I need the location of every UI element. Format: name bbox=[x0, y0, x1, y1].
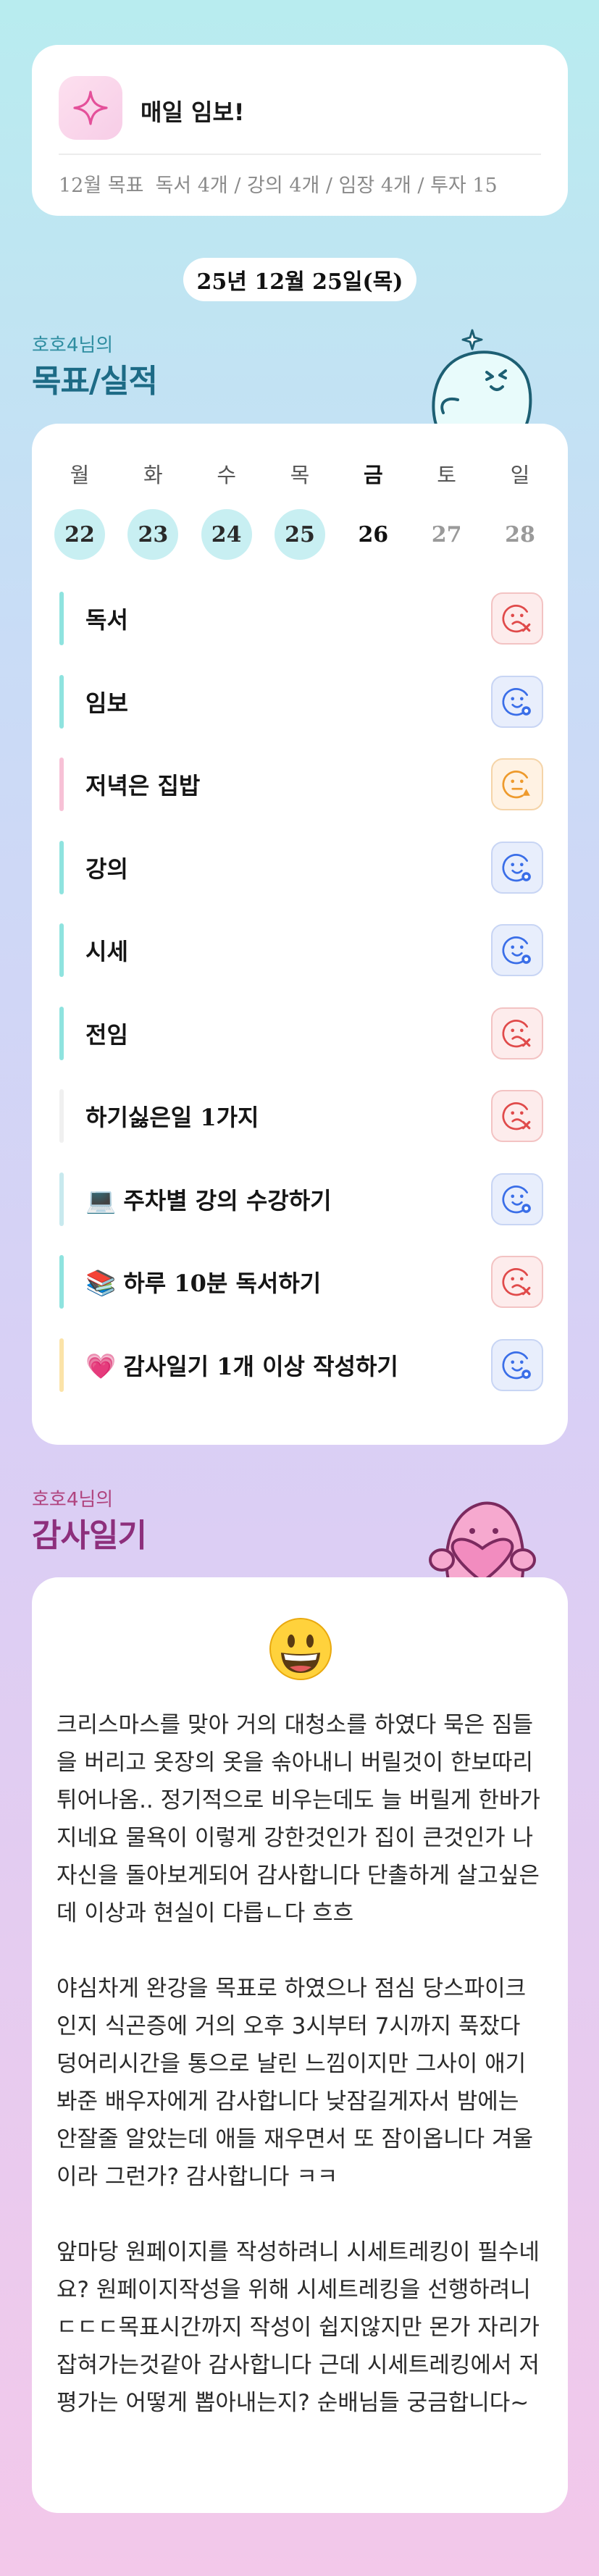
grinning-face-icon bbox=[269, 1618, 332, 1680]
goal-item[interactable]: 시세 bbox=[59, 923, 543, 977]
day-column[interactable]: 수 24 bbox=[201, 458, 253, 560]
status-done-face-icon[interactable] bbox=[491, 924, 543, 976]
status-done-face-icon[interactable] bbox=[491, 1338, 543, 1391]
goal-emoji-icon: 💻 bbox=[85, 1186, 117, 1215]
goal-label: 💻 주차별 강의 수강하기 bbox=[85, 1183, 491, 1216]
goal-label: 강의 bbox=[85, 851, 491, 884]
goal-label-text: 하루 10분 독서하기 bbox=[123, 1270, 322, 1297]
weekday-label: 금 bbox=[363, 463, 383, 487]
goal-label-text: 시세 bbox=[85, 938, 128, 965]
day-column[interactable]: 금 26 bbox=[347, 458, 399, 560]
day-column[interactable]: 월 22 bbox=[54, 458, 106, 560]
status-fail-face-icon[interactable] bbox=[491, 592, 543, 645]
goals-card: 월 22 화 23 수 24 목 25 금 26 토 27 일 28 독서임보저녁은 집밥강의시세전임하기… bbox=[32, 424, 568, 1445]
day-number[interactable]: 24 bbox=[201, 509, 252, 560]
goal-label: 독서 bbox=[85, 602, 491, 635]
goal-color-bar bbox=[59, 674, 64, 729]
goal-item[interactable]: 독서 bbox=[59, 592, 543, 645]
day-number[interactable]: 22 bbox=[54, 509, 105, 560]
status-partial-face-icon[interactable] bbox=[491, 758, 543, 810]
status-fail-face-icon[interactable] bbox=[491, 1256, 543, 1308]
goal-label-text: 독서 bbox=[85, 606, 128, 634]
status-done-face-icon[interactable] bbox=[491, 1172, 543, 1225]
goal-item[interactable]: 📚 하루 10분 독서하기 bbox=[59, 1255, 543, 1309]
goal-item[interactable]: 하기싫은일 1가지 bbox=[59, 1089, 543, 1143]
goal-label-text: 저녁은 집밥 bbox=[85, 772, 201, 800]
day-number[interactable]: 28 bbox=[495, 509, 545, 560]
day-column[interactable]: 목 25 bbox=[274, 458, 326, 560]
monthly-goal-label: 12월 목표 bbox=[59, 175, 144, 197]
goal-label: 📚 하루 10분 독서하기 bbox=[85, 1265, 491, 1299]
diary-paragraph: 앞마당 원페이지를 작성하려니 시세트레킹이 필수네요? 원페이지작성을 위해 … bbox=[56, 2239, 540, 2416]
goal-label: 전임 bbox=[85, 1017, 491, 1050]
goal-color-bar bbox=[59, 1172, 64, 1226]
goal-color-bar bbox=[59, 1338, 64, 1392]
weekday-label: 화 bbox=[143, 463, 163, 487]
day-number[interactable]: 27 bbox=[422, 509, 472, 560]
goal-label: 💗 감사일기 1개 이상 작성하기 bbox=[85, 1348, 491, 1382]
goal-color-bar bbox=[59, 1255, 64, 1309]
weekday-label: 토 bbox=[437, 463, 456, 487]
status-fail-face-icon[interactable] bbox=[491, 1007, 543, 1060]
goal-label-text: 임보 bbox=[85, 689, 128, 717]
monthly-goal-detail: 독서 4개 / 강의 4개 / 임장 4개 / 투자 15 bbox=[155, 175, 498, 197]
diary-body: 크리스마스를 맞아 거의 대청소를 하였다 묵은 짐들을 버리고 옷장의 옷을 … bbox=[56, 1706, 546, 2459]
diary-paragraph: 야심차게 완강을 목표로 하였으나 점심 당스파이크인지 식곤증에 거의 오후 … bbox=[56, 1976, 534, 2190]
goal-item[interactable]: 💻 주차별 강의 수강하기 bbox=[59, 1172, 543, 1226]
day-column[interactable]: 일 28 bbox=[494, 458, 546, 560]
goal-label: 시세 bbox=[85, 934, 491, 967]
goals-section-title: 목표/실적 bbox=[32, 363, 158, 400]
gratitude-diary-card: 크리스마스를 맞아 거의 대청소를 하였다 묵은 짐들을 버리고 옷장의 옷을 … bbox=[32, 1577, 568, 2513]
monthly-goal: 12월 목표 독서 4개 / 강의 4개 / 임장 4개 / 투자 15 bbox=[59, 169, 498, 198]
goal-item[interactable]: 저녁은 집밥 bbox=[59, 758, 543, 811]
status-done-face-icon[interactable] bbox=[491, 675, 543, 728]
goal-color-bar bbox=[59, 840, 64, 894]
status-done-face-icon[interactable] bbox=[491, 841, 543, 894]
day-number[interactable]: 23 bbox=[127, 509, 179, 560]
week-calendar: 월 22 화 23 수 24 목 25 금 26 토 27 일 28 bbox=[54, 458, 546, 560]
goal-color-bar bbox=[59, 592, 64, 645]
day-column[interactable]: 화 23 bbox=[127, 458, 179, 560]
goal-label: 임보 bbox=[85, 685, 491, 718]
diary-section-title: 감사일기 bbox=[32, 1517, 147, 1554]
day-number[interactable]: 26 bbox=[348, 509, 398, 560]
sparkle-icon bbox=[59, 76, 122, 140]
goal-label-text: 강의 bbox=[85, 855, 128, 883]
weekday-label: 월 bbox=[70, 463, 90, 487]
goal-label: 저녁은 집밥 bbox=[85, 768, 491, 801]
mascot-heart-icon bbox=[429, 1501, 536, 1585]
mascot-ghost-icon bbox=[432, 329, 532, 430]
goals-section-subtitle: 호호4님의 bbox=[32, 335, 114, 356]
goal-color-bar bbox=[59, 1089, 64, 1143]
status-fail-face-icon[interactable] bbox=[491, 1090, 543, 1142]
goal-item[interactable]: 💗 감사일기 1개 이상 작성하기 bbox=[59, 1338, 543, 1392]
weekday-label: 일 bbox=[510, 463, 530, 487]
app-title: 매일 임보! bbox=[141, 98, 245, 126]
goal-item[interactable]: 전임 bbox=[59, 1006, 543, 1060]
diary-paragraph: 크리스마스를 맞아 거의 대청소를 하였다 묵은 짐들을 버리고 옷장의 옷을 … bbox=[56, 1712, 540, 1926]
goal-item[interactable]: 강의 bbox=[59, 840, 543, 894]
goal-label-text: 하기싫은일 1가지 bbox=[85, 1104, 259, 1131]
goal-label-text: 전임 bbox=[85, 1020, 128, 1049]
goal-color-bar bbox=[59, 923, 64, 977]
divider bbox=[59, 154, 541, 155]
goal-item[interactable]: 임보 bbox=[59, 674, 543, 729]
goal-color-bar bbox=[59, 758, 64, 811]
goal-color-bar bbox=[59, 1006, 64, 1060]
goal-emoji-icon: 📚 bbox=[85, 1269, 117, 1298]
goal-label-text: 감사일기 1개 이상 작성하기 bbox=[123, 1352, 398, 1380]
date-pill[interactable]: 25년 12월 25일(목) bbox=[183, 258, 416, 301]
weekday-label: 목 bbox=[290, 463, 310, 487]
day-number[interactable]: 25 bbox=[274, 509, 325, 560]
goal-emoji-icon: 💗 bbox=[85, 1351, 117, 1381]
day-column[interactable]: 토 27 bbox=[421, 458, 473, 560]
header-card: 매일 임보! 12월 목표 독서 4개 / 강의 4개 / 임장 4개 / 투자 … bbox=[32, 45, 568, 216]
goal-label: 하기싫은일 1가지 bbox=[85, 1099, 491, 1133]
goal-label-text: 주차별 강의 수강하기 bbox=[123, 1186, 332, 1214]
diary-section-subtitle: 호호4님의 bbox=[32, 1489, 114, 1511]
weekday-label: 수 bbox=[217, 463, 236, 487]
